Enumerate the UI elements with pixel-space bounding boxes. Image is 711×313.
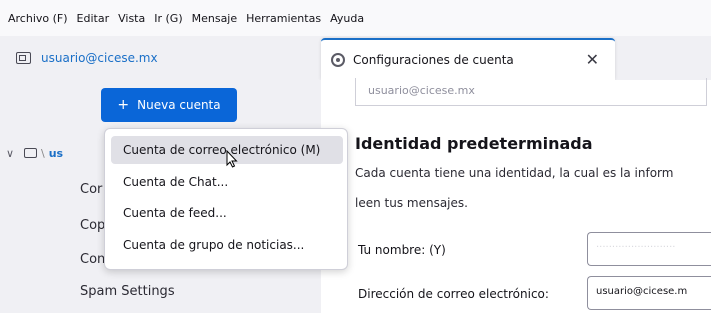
new-account-label: Nueva cuenta xyxy=(137,98,221,112)
mailbox-icon xyxy=(16,52,31,64)
identity-heading: Identidad predeterminada xyxy=(355,134,593,153)
account-name-field[interactable]: usuario@cicese.mx xyxy=(355,78,707,106)
chevron-down-icon[interactable]: ∨ xyxy=(6,147,20,160)
settings-content: usuario@cicese.mx Identidad predetermina… xyxy=(321,78,711,313)
mailbox-icon xyxy=(24,148,37,158)
menu-bar: Archivo (F) Editar Vista Ir (G) Mensaje … xyxy=(0,0,711,36)
sidebar-item-3[interactable]: Con xyxy=(80,252,105,267)
identity-description-line2: leen tus mensajes. xyxy=(355,196,468,210)
sidebar-item-1[interactable]: Cor xyxy=(80,182,102,197)
menu-item-newsgroup-account[interactable]: Cuenta de grupo de noticias... xyxy=(111,231,343,259)
menu-archivo[interactable]: Archivo (F) xyxy=(8,12,68,25)
menu-ayuda[interactable]: Ayuda xyxy=(330,12,364,25)
tab-settings-title: Configuraciones de cuenta xyxy=(353,53,514,67)
email-input[interactable]: usuario@cicese.m xyxy=(587,276,711,310)
plus-icon: + xyxy=(117,97,130,113)
menu-herramientas[interactable]: Herramientas xyxy=(246,12,321,25)
menu-item-feed-account[interactable]: Cuenta de feed... xyxy=(111,199,343,227)
email-label: Dirección de correo electrónico: xyxy=(358,287,549,301)
menu-vista[interactable]: Vista xyxy=(118,12,145,25)
new-account-button[interactable]: + Nueva cuenta xyxy=(101,88,237,122)
tab-account-settings[interactable]: Configuraciones de cuenta ✕ xyxy=(321,38,615,80)
menu-editar[interactable]: Editar xyxy=(77,12,110,25)
account-name: us xyxy=(48,146,64,160)
separator: \ xyxy=(41,146,45,160)
menu-mensaje[interactable]: Mensaje xyxy=(192,12,238,25)
name-label: Tu nombre: (Y) xyxy=(358,243,446,257)
menu-item-chat-account[interactable]: Cuenta de Chat... xyxy=(111,168,343,196)
close-tab-icon[interactable]: ✕ xyxy=(586,50,599,69)
menu-ir[interactable]: Ir (G) xyxy=(154,12,182,25)
tab-account[interactable]: usuario@cicese.mx xyxy=(16,36,158,80)
tab-account-label: usuario@cicese.mx xyxy=(41,51,158,65)
identity-description-line1: Cada cuenta tiene una identidad, la cual… xyxy=(355,166,674,180)
gear-icon xyxy=(331,53,345,67)
mouse-cursor-icon xyxy=(226,150,238,168)
sidebar-item-spam-settings[interactable]: Spam Settings xyxy=(80,284,175,299)
sidebar-item-2[interactable]: Cop xyxy=(80,218,105,233)
name-input[interactable]: ························· xyxy=(587,232,711,266)
